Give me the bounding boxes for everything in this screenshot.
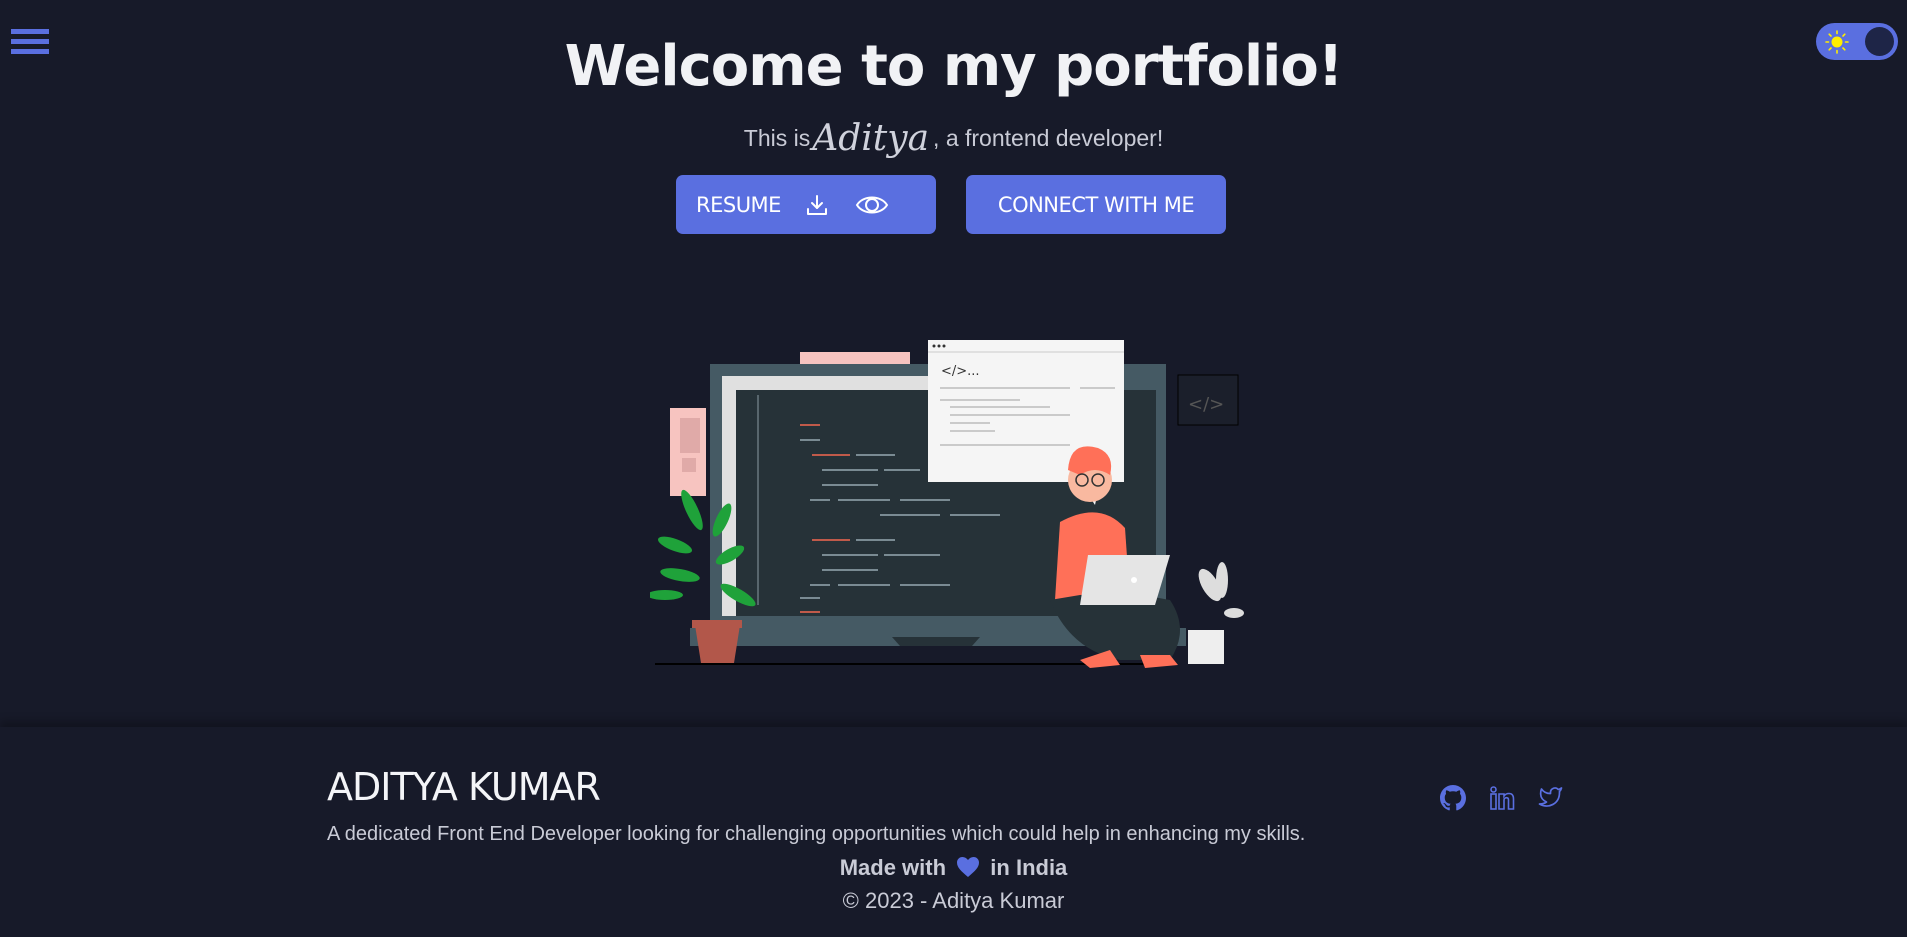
subtitle-name: Aditya [812, 118, 930, 159]
twitter-icon[interactable] [1537, 785, 1564, 809]
eye-icon[interactable] [855, 193, 889, 217]
connect-with-me-button[interactable]: CONNECT WITH ME [966, 175, 1226, 234]
download-icon[interactable] [805, 193, 829, 217]
resume-button[interactable]: RESUME [676, 175, 936, 234]
hero-subtitle: This isAditya, a frontend developer! [0, 118, 1907, 159]
made-with-suffix: in India [990, 855, 1068, 880]
hero-title: Welcome to my portfolio! [564, 34, 1344, 99]
illustration-code-text: </>... [941, 364, 980, 379]
illustration-pink-tab [800, 352, 910, 364]
github-icon[interactable] [1440, 785, 1466, 811]
svg-text:</>: </> [1188, 394, 1224, 415]
made-with-text: Made with in India [0, 855, 1907, 881]
linkedin-icon[interactable] [1489, 785, 1515, 811]
copyright: © 2023 - Aditya Kumar [842, 888, 1065, 913]
developer-illustration: </>... </> [650, 340, 1244, 668]
made-with-prefix: Made with [839, 855, 947, 880]
subtitle-prefix: This is [743, 125, 811, 151]
illustration-laptop [1080, 555, 1170, 605]
resume-label: RESUME [696, 192, 781, 217]
subtitle-suffix: , a frontend developer! [933, 125, 1164, 151]
illustration-plant-pot [695, 625, 740, 663]
footer-name: ADITYA KUMAR [327, 765, 601, 809]
heart-icon [957, 857, 980, 877]
footer-description: A dedicated Front End Developer looking … [327, 823, 1306, 845]
footer: ADITYA KUMAR A dedicated Front End Devel… [0, 727, 1907, 937]
